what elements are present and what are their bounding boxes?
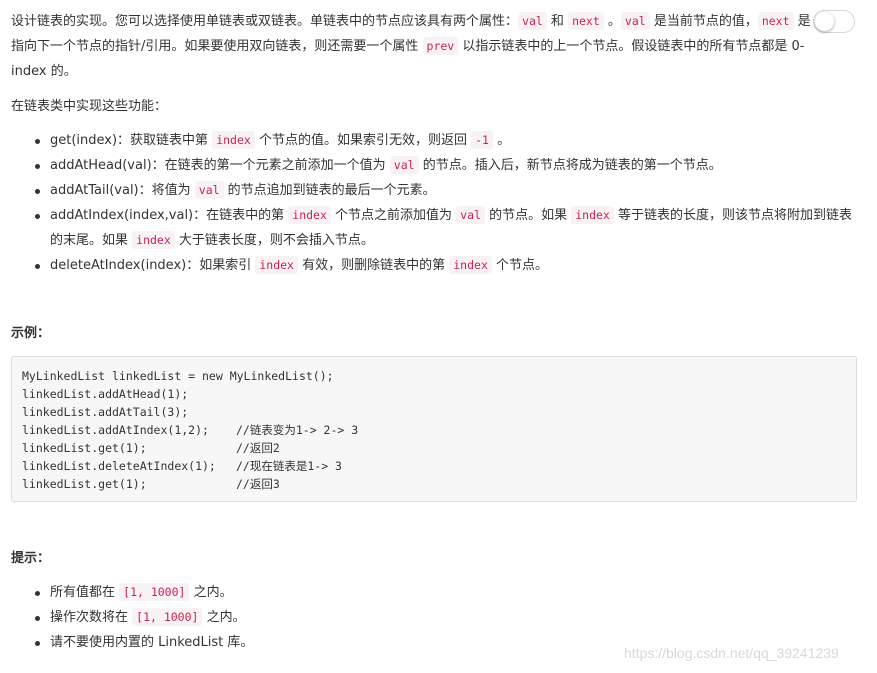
hints-heading: 提示： — [11, 551, 51, 566]
toggle-knob — [815, 12, 834, 31]
code-val: val — [620, 12, 650, 30]
code-index: index — [212, 131, 255, 149]
code-index: index — [288, 206, 331, 224]
code-val: val — [456, 206, 485, 224]
code-next: next — [568, 12, 604, 30]
intro-text: 。 — [603, 14, 621, 29]
list-item: addAtTail(val)：将值为 val 的节点追加到链表的最后一个元素。 — [11, 178, 857, 203]
code-index: index — [255, 256, 298, 274]
code-index: index — [132, 231, 175, 249]
code-minus-one: -1 — [471, 131, 493, 149]
intro-text: 设计链表的实现。您可以选择使用单链表或双链表。单链表中的节点应该具有两个属性： — [11, 14, 519, 29]
toggle-switch[interactable] — [813, 10, 855, 33]
code-line: linkedList.get(1);//返回3 — [22, 477, 280, 491]
code-line: MyLinkedList linkedList = new MyLinkedLi… — [22, 369, 334, 383]
intro-text: 是当前节点的值， — [649, 14, 758, 29]
example-heading: 示例： — [11, 326, 51, 341]
list-item: deleteAtIndex(index)：如果索引 index 有效，则删除链表… — [11, 253, 857, 278]
code-range: [1, 1000] — [119, 583, 190, 601]
code-line: linkedList.addAtHead(1); — [22, 387, 189, 401]
example-code-block: MyLinkedList linkedList = new MyLinkedLi… — [11, 356, 857, 502]
list-item: addAtIndex(index,val)：在链表中的第 index 个节点之前… — [11, 203, 857, 253]
list-item: addAtHead(val)：在链表的第一个元素之前添加一个值为 val 的节点… — [11, 153, 857, 178]
list-item: 所有值都在 [1, 1000] 之内。 — [11, 580, 857, 605]
hints-list: 所有值都在 [1, 1000] 之内。 操作次数将在 [1, 1000] 之内。… — [11, 580, 857, 655]
code-line: linkedList.deleteAtIndex(1);//现在链表是1-> 3 — [22, 459, 342, 473]
list-item: get(index)：获取链表中第 index 个节点的值。如果索引无效，则返回… — [11, 128, 857, 153]
problem-description: 设计链表的实现。您可以选择使用单链表或双链表。单链表中的节点应该具有两个属性： v… — [11, 9, 811, 84]
code-val: val — [194, 181, 224, 199]
code-val: val — [389, 156, 419, 174]
code-index: index — [449, 256, 492, 274]
code-next: next — [757, 12, 794, 30]
intro-text: 和 — [546, 14, 569, 29]
code-range: [1, 1000] — [132, 608, 203, 626]
code-index: index — [571, 206, 614, 224]
code-prev: prev — [422, 37, 459, 55]
code-line: linkedList.addAtIndex(1,2);//链表变为1-> 2->… — [22, 423, 359, 437]
watermark: https://blog.csdn.net/qq_39241239 — [624, 645, 839, 661]
implement-heading: 在链表类中实现这些功能： — [11, 99, 168, 114]
list-item: 操作次数将在 [1, 1000] 之内。 — [11, 605, 857, 630]
code-val: val — [518, 12, 547, 30]
functions-list: get(index)：获取链表中第 index 个节点的值。如果索引无效，则返回… — [11, 128, 857, 278]
code-line: linkedList.get(1);//返回2 — [22, 441, 280, 455]
code-line: linkedList.addAtTail(3); — [22, 405, 189, 419]
